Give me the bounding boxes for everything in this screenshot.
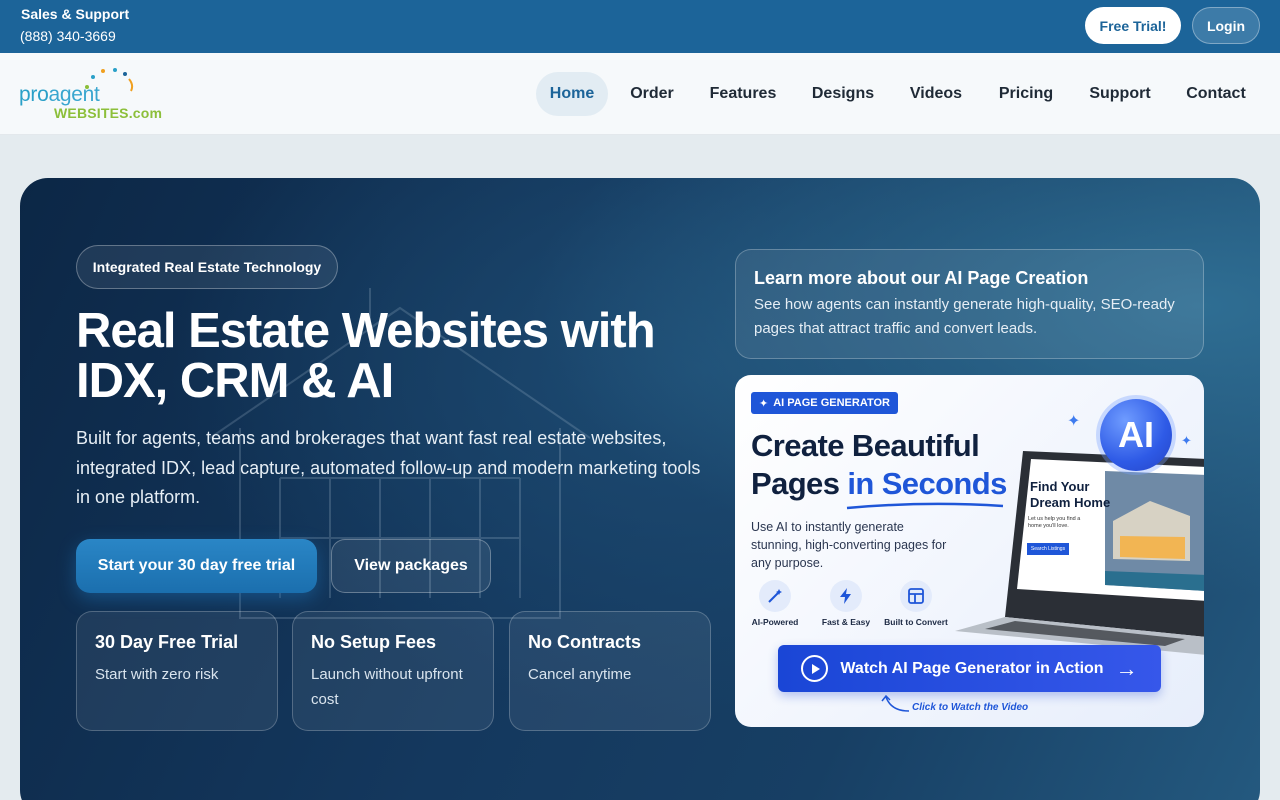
learn-sub: See how agents can instantly generate hi… <box>754 296 1175 337</box>
feature-title: No Contracts <box>528 632 642 652</box>
feature-title: 30 Day Free Trial <box>95 632 239 652</box>
learn-title: Learn more about our AI Page Creation <box>754 268 1089 288</box>
feature-title: No Setup Fees <box>311 632 437 652</box>
nav-designs[interactable]: Designs <box>803 72 883 116</box>
ai-feature-convert: Built to Convert <box>881 580 951 627</box>
feature-sub: Cancel anytime <box>528 666 632 683</box>
ai-tag-label: AI PAGE GENERATOR <box>773 397 890 409</box>
feature-card-trial: 30 Day Free Trial Start with zero risk <box>76 611 278 731</box>
screen-title: Find Your Dream Home <box>1030 479 1111 510</box>
ai-tag: ✦ AI PAGE GENERATOR <box>751 392 898 414</box>
sparkle-icon: ✦ <box>759 397 769 410</box>
ai-circle-badge: AI <box>1100 399 1172 471</box>
arrow-right-icon: → <box>1115 655 1138 681</box>
nav-support[interactable]: Support <box>1080 72 1160 116</box>
ai-feature-label: Fast & Easy <box>821 617 871 627</box>
ai-feature-fast: Fast & Easy <box>811 580 881 627</box>
sparkle-icon: ✦ <box>1181 433 1192 448</box>
layout-icon <box>900 580 932 612</box>
feature-sub: Start with zero risk <box>95 666 219 683</box>
screen-subtitle: Let us help you find a home you'll love. <box>1028 516 1081 529</box>
nav-home[interactable]: Home <box>536 72 608 116</box>
nav-pricing[interactable]: Pricing <box>990 72 1062 116</box>
hero-section: Integrated Real Estate Technology Real E… <box>20 178 1260 800</box>
click-hint[interactable]: Click to Watch the Video <box>912 702 1028 713</box>
nav-order[interactable]: Order <box>622 72 682 116</box>
logo[interactable]: proagent WEBSITES.com <box>19 67 179 123</box>
play-icon <box>801 655 829 682</box>
nav-videos[interactable]: Videos <box>900 72 972 116</box>
learn-ai-card[interactable]: Learn more about our AI Page Creation Se… <box>735 249 1204 359</box>
top-bar: Sales & Support (888) 340-3669 Free Tria… <box>0 0 1280 53</box>
login-button[interactable]: Login <box>1192 7 1260 44</box>
magic-wand-icon <box>759 580 791 612</box>
ai-generator-promo[interactable]: ✦ AI PAGE GENERATOR Create Beautiful Pag… <box>735 375 1204 727</box>
ai-feature-label: Built to Convert <box>884 617 948 627</box>
main-nav: proagent WEBSITES.com Home Order Feature… <box>0 53 1280 135</box>
ai-paragraph: Use AI to instantly generate stunning, h… <box>751 520 947 570</box>
laptop-illustration-icon <box>955 451 1204 655</box>
phone-number[interactable]: (888) 340-3669 <box>20 28 116 44</box>
ai-heading-line2a: Pages <box>751 466 848 501</box>
screen-search-button: Search Listings <box>1027 543 1069 555</box>
lightning-icon <box>830 580 862 612</box>
nav-features[interactable]: Features <box>700 72 786 116</box>
feature-card-setup: No Setup Fees Launch without upfront cos… <box>292 611 494 731</box>
logo-text: proagent <box>19 83 100 106</box>
sales-support-label: Sales & Support <box>21 6 130 22</box>
feature-card-contracts: No Contracts Cancel anytime <box>509 611 711 731</box>
curved-arrow-icon <box>881 694 910 712</box>
view-packages-button[interactable]: View packages <box>331 539 491 593</box>
sparkle-icon: ✦ <box>1067 413 1081 430</box>
start-trial-button[interactable]: Start your 30 day free trial <box>76 539 317 593</box>
free-trial-button[interactable]: Free Trial! <box>1085 7 1181 44</box>
watch-video-label: Watch AI Page Generator in Action <box>840 659 1104 677</box>
watch-video-button[interactable]: Watch AI Page Generator in Action → <box>778 645 1161 692</box>
ai-feature-label: AI-Powered <box>751 617 799 627</box>
tech-badge: Integrated Real Estate Technology <box>76 245 338 289</box>
hero-title: Real Estate Websites with IDX, CRM & AI <box>76 304 656 408</box>
ai-feature-powered: AI-Powered <box>740 580 810 627</box>
nav-contact[interactable]: Contact <box>1177 72 1255 116</box>
hero-description: Built for agents, teams and brokerages t… <box>76 428 701 507</box>
feature-sub: Launch without upfront cost <box>311 666 463 708</box>
logo-subtext: WEBSITES.com <box>54 105 163 121</box>
